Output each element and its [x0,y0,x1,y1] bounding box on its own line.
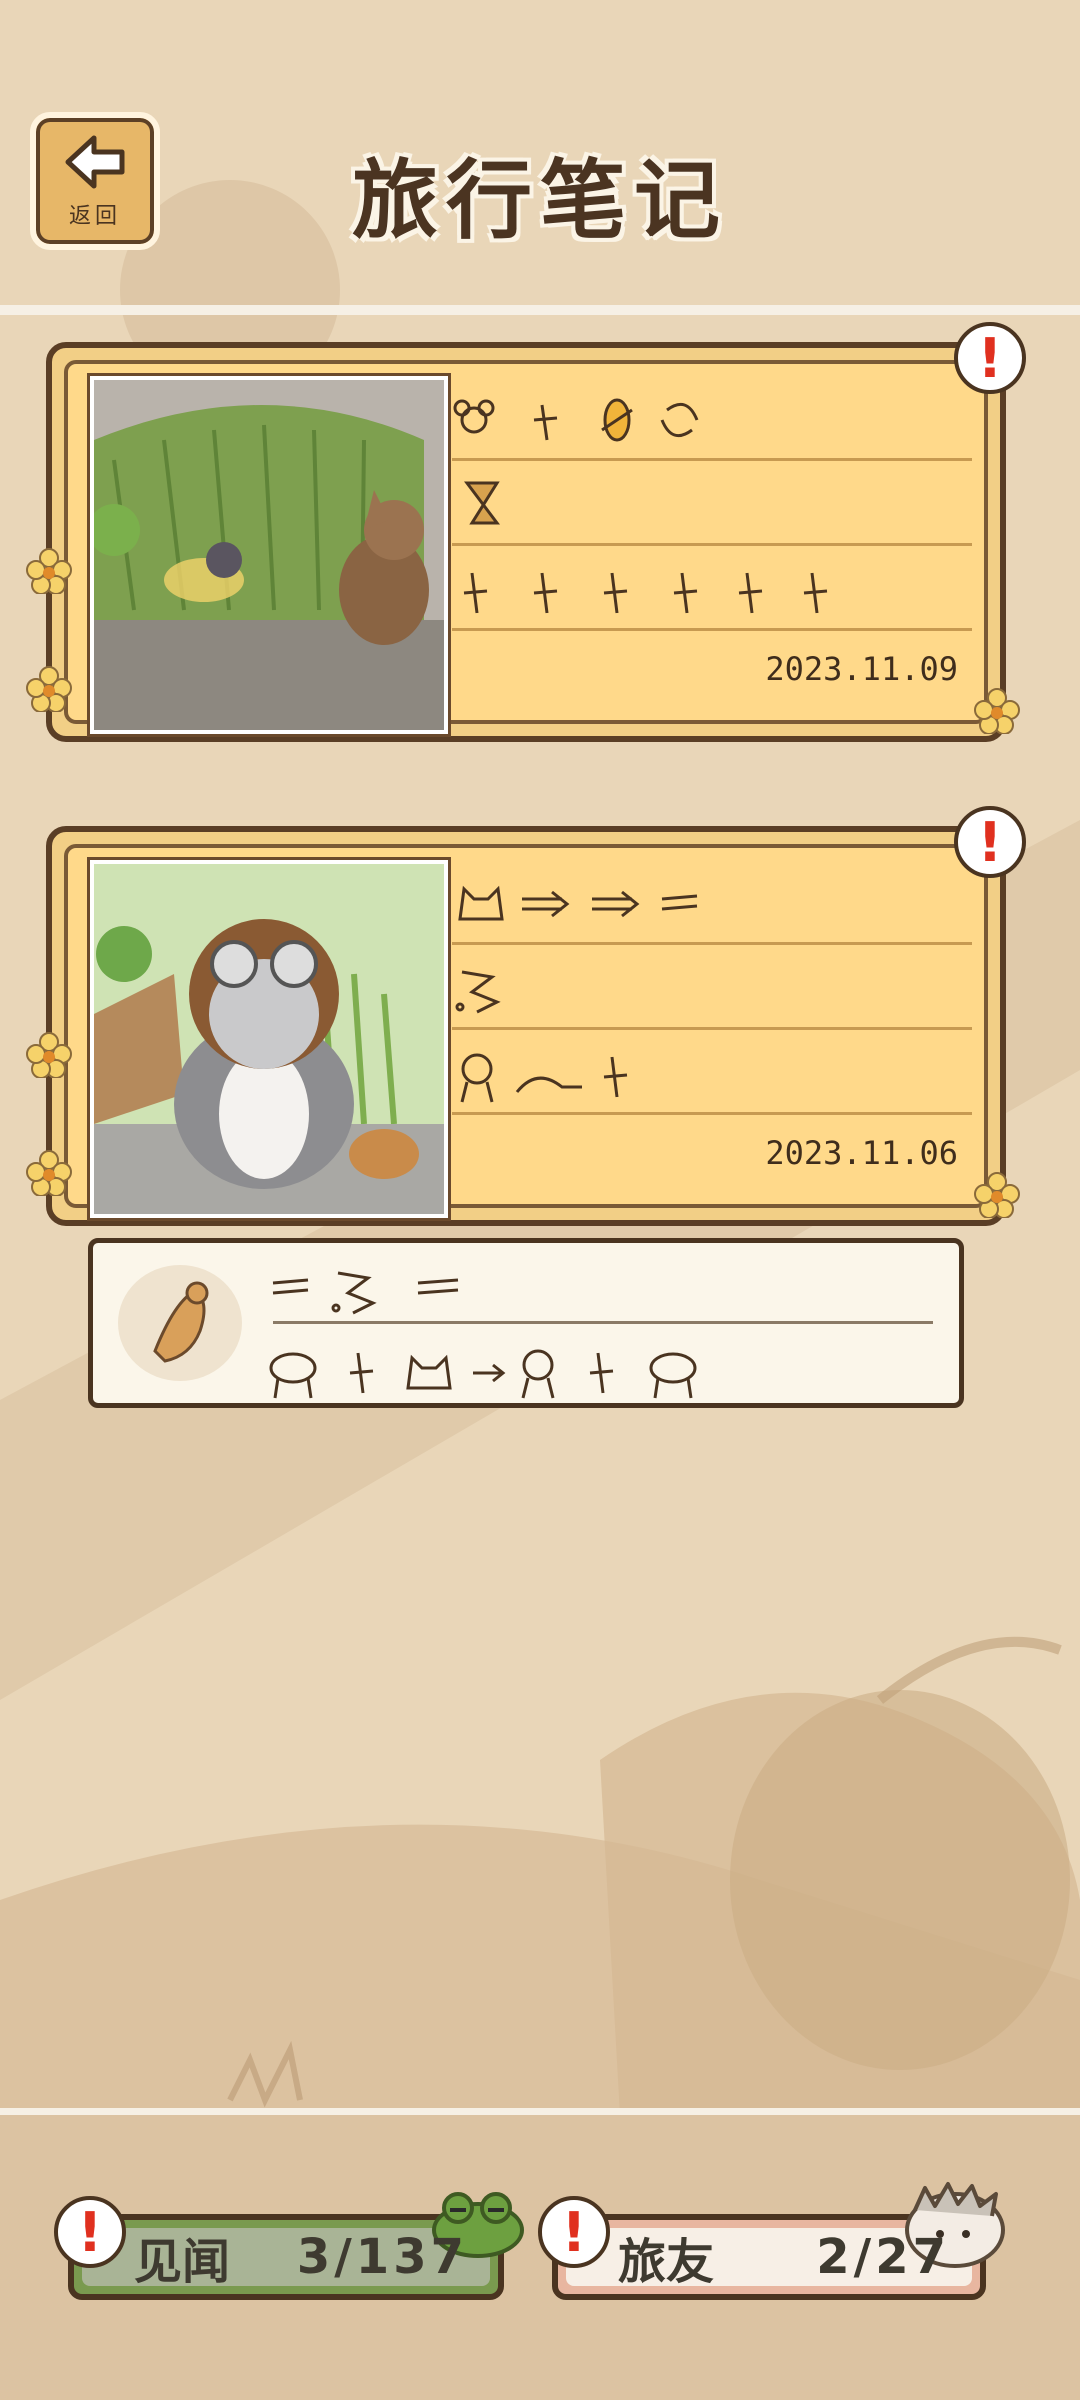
travel-note-card[interactable]: 2023.11.06 ! [26,806,1026,1226]
new-note-alert-icon: ! [954,806,1026,878]
note-photo[interactable] [90,376,448,734]
note-glyph-line-3 [452,563,852,623]
friends-label: 旅友 [618,2234,715,2290]
note-date: 2023.11.09 [765,650,958,688]
cat-pilot-image [94,864,444,1214]
note-rule [452,628,972,631]
note-rule [452,458,972,461]
attached-memo[interactable] [88,1238,964,1408]
page-title: 旅行笔记 [352,151,728,251]
note-glyph-line-2 [452,473,512,533]
sights-alert-icon: ! [54,2196,126,2268]
flower-decoration [974,1172,1020,1218]
memo-glyph-line-1 [272,1271,459,1315]
flower-decoration [26,548,72,594]
friends-alert-icon: ! [538,2196,610,2268]
flower-decoration [974,688,1020,734]
sights-label: 见闻 [134,2234,231,2290]
note-glyph-line-2 [452,957,522,1017]
flower-decoration [26,1150,72,1196]
header-divider [0,305,1080,315]
note-rule [452,1027,972,1030]
note-date: 2023.11.06 [765,1134,958,1172]
note-rule [452,1112,972,1115]
memo-rule [273,1321,933,1324]
memo-glyph-line-2 [269,1349,697,1399]
flower-decoration [26,666,72,712]
note-glyph-line-1 [452,390,712,450]
note-rule [452,543,972,546]
note-rule [452,942,972,945]
flower-decoration [26,1032,72,1078]
friends-value: 2/27 [816,2229,950,2285]
new-note-alert-icon: ! [954,322,1026,394]
note-glyph-line-3 [452,1047,652,1107]
travel-note-card[interactable]: 2023.11.09 ! [26,322,1026,742]
sights-value: 3/137 [296,2229,468,2285]
lizard-stamp-icon [118,1265,242,1381]
note-glyph-line-1 [452,874,712,934]
note-photo[interactable] [90,860,448,1218]
frog-firefly-mouse-image [94,380,444,730]
